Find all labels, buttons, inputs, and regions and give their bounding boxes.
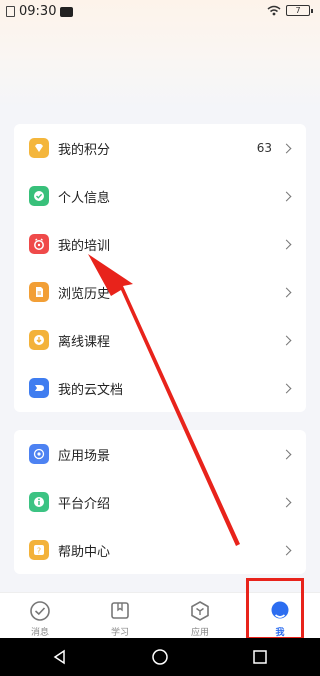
- system-navigation-bar: [0, 638, 320, 676]
- back-icon[interactable]: [52, 649, 68, 665]
- recents-icon[interactable]: [252, 649, 268, 665]
- annotation-arrow: [88, 254, 240, 546]
- home-icon[interactable]: [151, 648, 169, 666]
